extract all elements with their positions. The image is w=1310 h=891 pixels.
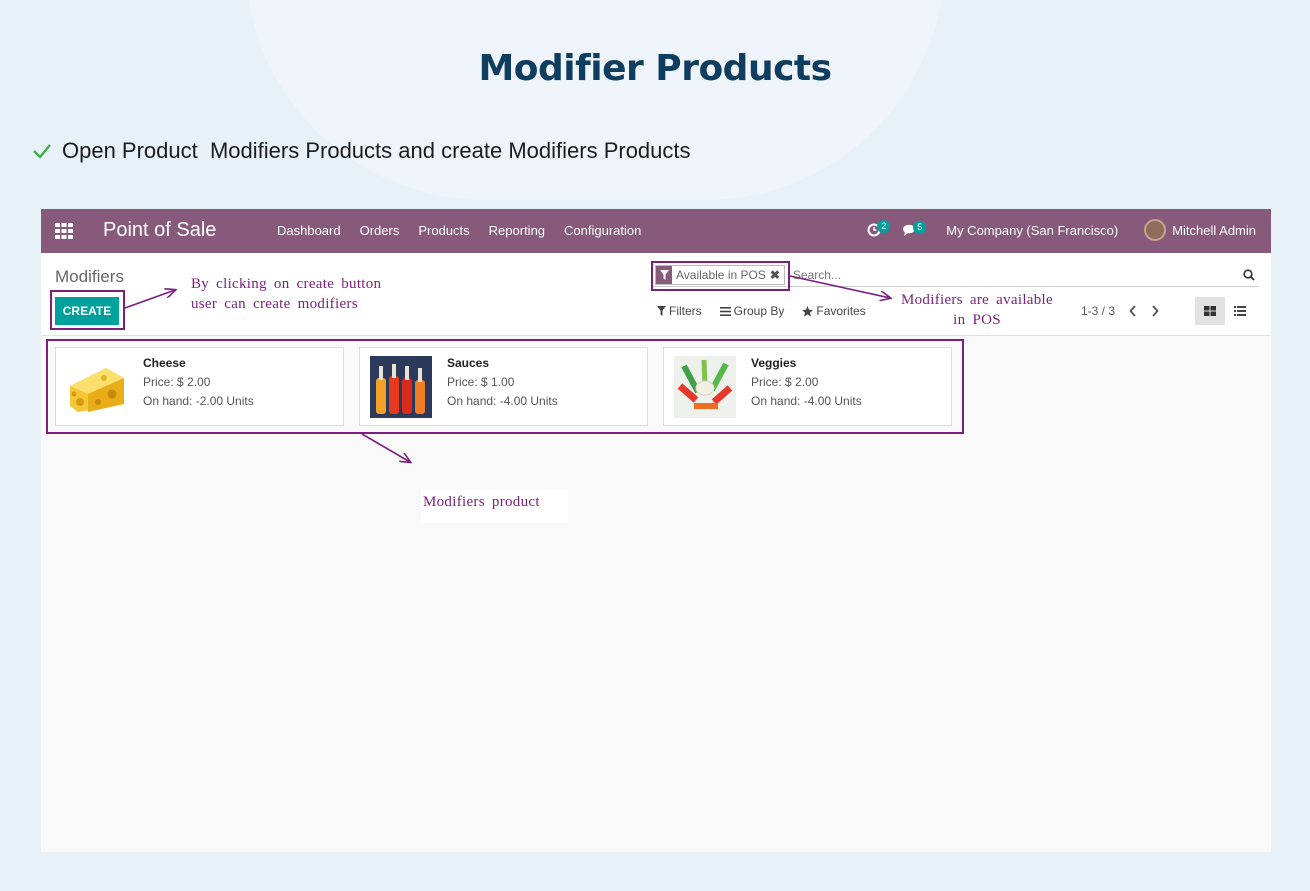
messages-button[interactable]: 5 <box>903 220 927 237</box>
page-heading: Modifier Products <box>478 48 832 89</box>
facet-highlight-box <box>651 261 790 291</box>
groupby-label: Group By <box>733 304 785 318</box>
view-switcher <box>1195 297 1255 325</box>
list-view-button[interactable] <box>1225 297 1255 325</box>
pager-value[interactable]: 1-3 / 3 <box>1081 304 1115 318</box>
favorites-label: Favorites <box>816 304 866 318</box>
search-input[interactable] <box>792 267 1243 282</box>
chevron-left-icon[interactable] <box>1129 305 1137 317</box>
breadcrumb: Modifiers <box>55 267 124 286</box>
menu-orders[interactable]: Orders <box>360 223 400 238</box>
kanban-icon <box>1204 306 1216 316</box>
instruction-bullet: Open Product Modifiers Products and crea… <box>32 138 691 164</box>
user-name[interactable]: Mitchell Admin <box>1172 223 1256 238</box>
pos-annotation: Modifiers are available in POS <box>897 290 1057 330</box>
create-annotation-line2: user can create modifiers <box>191 296 358 312</box>
messages-badge: 5 <box>913 220 927 234</box>
menu-reporting[interactable]: Reporting <box>489 223 545 238</box>
user-avatar[interactable] <box>1144 219 1167 241</box>
list-icon <box>1234 306 1246 316</box>
products-highlight-box <box>46 339 964 434</box>
product-annotation: Modifiers product <box>423 494 540 510</box>
search-options: Filters Group By Favorites <box>657 304 866 318</box>
background-shape <box>245 0 945 200</box>
activity-button[interactable]: 2 <box>867 220 891 237</box>
menu-products[interactable]: Products <box>418 223 469 238</box>
favorites-dropdown[interactable]: Favorites <box>802 304 866 318</box>
groupby-dropdown[interactable]: Group By <box>719 304 785 318</box>
search-icon[interactable] <box>1243 268 1255 281</box>
activity-badge: 2 <box>877 220 891 233</box>
pos-annotation-line1: Modifiers are available <box>900 292 1053 308</box>
pos-annotation-line2: in POS <box>953 312 1001 328</box>
app-name[interactable]: Point of Sale <box>103 219 216 242</box>
pager: 1-3 / 3 <box>1081 304 1159 318</box>
filter-icon <box>657 306 666 316</box>
create-highlight-box <box>50 290 125 330</box>
menu-configuration[interactable]: Configuration <box>564 223 641 238</box>
filters-dropdown[interactable]: Filters <box>657 304 702 318</box>
systray: 2 5 My Company (San Francisco) Mitchell … <box>867 219 1256 241</box>
chevron-right-icon[interactable] <box>1151 305 1159 317</box>
main-menu: Dashboard Orders Products Reporting Conf… <box>277 223 641 238</box>
instruction-text: Open Product Modifiers Products and crea… <box>62 138 691 163</box>
top-navbar: Point of Sale Dashboard Orders Products … <box>41 209 1271 253</box>
create-annotation-line1: By clicking on create button <box>191 276 382 292</box>
star-icon <box>802 305 814 317</box>
company-switcher[interactable]: My Company (San Francisco) <box>946 223 1118 238</box>
apps-grid-icon[interactable] <box>55 223 73 239</box>
bars-icon <box>719 306 731 316</box>
menu-dashboard[interactable]: Dashboard <box>277 223 341 238</box>
filters-label: Filters <box>669 304 702 318</box>
create-annotation: By clicking on create button user can cr… <box>191 274 381 314</box>
check-icon <box>33 144 51 159</box>
kanban-view-button[interactable] <box>1195 297 1225 325</box>
